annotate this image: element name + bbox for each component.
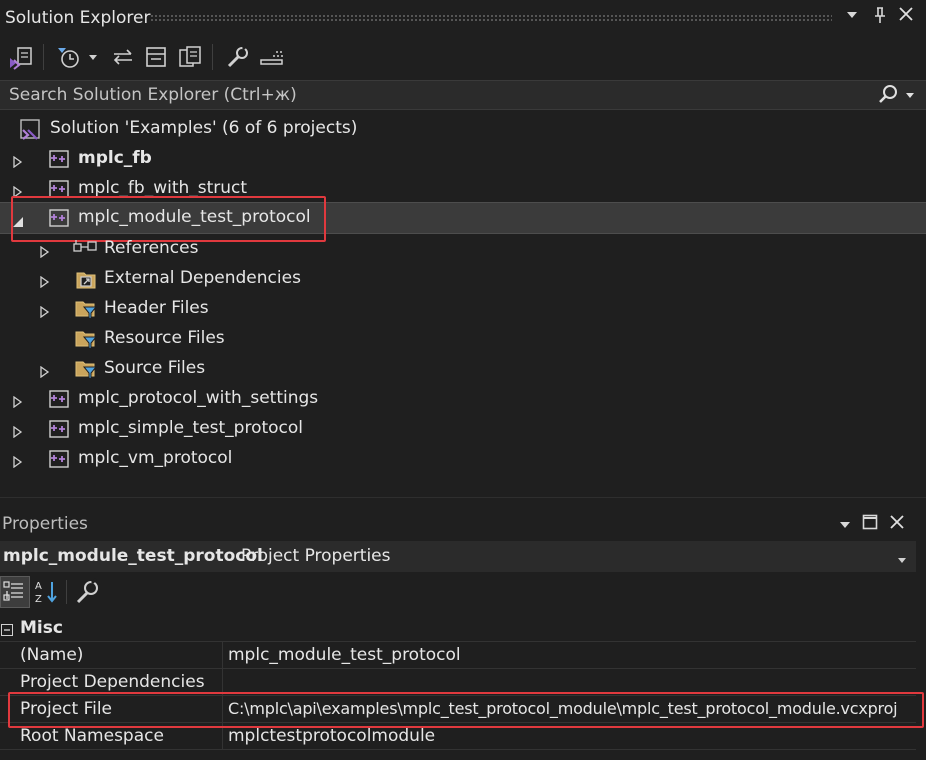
chevron-down-icon[interactable] [896,551,908,571]
tree-item-resource-files[interactable]: Resource Files [0,324,926,354]
svg-text:A: A [35,581,42,592]
tree-item-header-files[interactable]: Header Files [0,294,926,324]
window-position-dropdown-icon[interactable] [838,517,852,537]
panel-splitter[interactable] [0,497,926,508]
property-name: Root Namespace [20,726,164,746]
expand-arrow-icon[interactable] [12,423,24,439]
tree-item-label: Source Files [104,358,206,378]
cpp-project-icon [48,388,70,410]
close-icon[interactable] [895,6,917,26]
object-name: mplc_module_test_protocol [3,546,263,566]
tree-item-label: References [104,238,199,258]
search-bar [0,80,926,110]
filter-folder-icon [75,298,98,320]
tree-item-project[interactable]: mplc_simple_test_protocol [0,414,926,444]
solution-icon [19,118,41,140]
property-row[interactable]: (Name) mplc_module_test_protocol [0,641,916,669]
properties-toolbar: AZ [0,574,926,610]
solution-explorer-title: Solution Explorer [5,8,151,28]
tree-item-label: mplc_fb [78,148,152,168]
tree-item-label: mplc_simple_test_protocol [78,418,304,438]
references-icon [73,238,97,260]
svg-text:Z: Z [35,594,42,605]
filter-folder-icon [75,358,98,380]
external-dependencies-icon [75,268,97,290]
collapse-all-icon[interactable] [143,44,169,70]
object-type: Project Properties [241,546,391,566]
expand-arrow-icon[interactable] [12,453,24,469]
tree-item-label: mplc_protocol_with_settings [78,388,319,408]
pending-changes-filter-icon[interactable] [56,44,82,70]
solution-label: Solution 'Examples' (6 of 6 projects) [50,118,358,138]
tree-item-references[interactable]: References [0,234,926,264]
tree-item-project[interactable]: mplc_fb [0,144,926,174]
expand-arrow-icon[interactable] [12,153,24,169]
tree-item-label: mplc_vm_protocol [78,448,233,468]
tree-item-label: mplc_fb_with_struct [78,178,248,198]
search-input[interactable] [0,81,869,109]
properties-wrench-icon[interactable] [225,44,251,70]
pin-icon[interactable] [869,6,891,28]
expand-arrow-icon[interactable] [39,243,51,259]
expand-arrow-icon[interactable] [12,183,24,199]
title-grip[interactable] [150,14,832,21]
tree-item-label: External Dependencies [104,268,301,288]
property-pages-wrench-icon[interactable] [74,577,100,611]
solution-tree: Solution 'Examples' (6 of 6 projects) mp… [0,114,926,494]
property-name: (Name) [20,645,84,665]
search-options-dropdown-icon[interactable] [904,87,916,108]
object-selector[interactable]: mplc_module_test_protocol Project Proper… [0,541,916,572]
sync-with-active-document-icon[interactable] [110,44,136,70]
solution-explorer-toolbar [0,38,926,76]
category-misc[interactable]: Misc [0,614,916,642]
category-label: Misc [20,618,63,638]
collapse-category-icon[interactable] [1,621,13,641]
property-value[interactable]: mplc_module_test_protocol [228,645,461,665]
properties-title: Properties [2,514,88,534]
maximize-icon[interactable] [862,514,878,535]
cpp-project-icon [48,418,70,440]
expand-arrow-icon[interactable] [39,273,51,289]
expand-arrow-icon[interactable] [39,303,51,319]
solution-explorer-header: Solution Explorer [0,0,926,34]
tree-item-label: Header Files [104,298,209,318]
property-name: Project Dependencies [20,672,205,692]
close-icon[interactable] [889,514,905,535]
expand-arrow-icon[interactable] [12,393,24,409]
show-all-files-icon[interactable] [177,44,203,70]
tree-item-project[interactable]: mplc_protocol_with_settings [0,384,926,414]
tree-item-source-files[interactable]: Source Files [0,354,926,384]
highlight-box [8,692,924,728]
property-value[interactable]: mplctestprotocolmodule [228,726,435,746]
filter-dropdown-icon[interactable] [86,44,102,70]
solution-node[interactable]: Solution 'Examples' (6 of 6 projects) [0,114,926,144]
alphabetical-icon[interactable]: AZ [34,578,60,611]
cpp-project-icon [48,448,70,470]
switch-views-icon[interactable] [8,44,34,70]
tree-item-label: Resource Files [104,328,225,348]
tree-item-project[interactable]: mplc_vm_protocol [0,444,926,474]
cpp-project-icon [48,148,70,170]
categorized-icon[interactable] [0,576,30,608]
filter-folder-icon [75,328,98,350]
expand-arrow-icon[interactable] [39,363,51,379]
search-icon[interactable] [877,84,899,111]
tree-item-external-dependencies[interactable]: External Dependencies [0,264,926,294]
window-position-dropdown-icon[interactable] [841,7,863,26]
preview-selected-items-icon[interactable] [258,44,284,70]
